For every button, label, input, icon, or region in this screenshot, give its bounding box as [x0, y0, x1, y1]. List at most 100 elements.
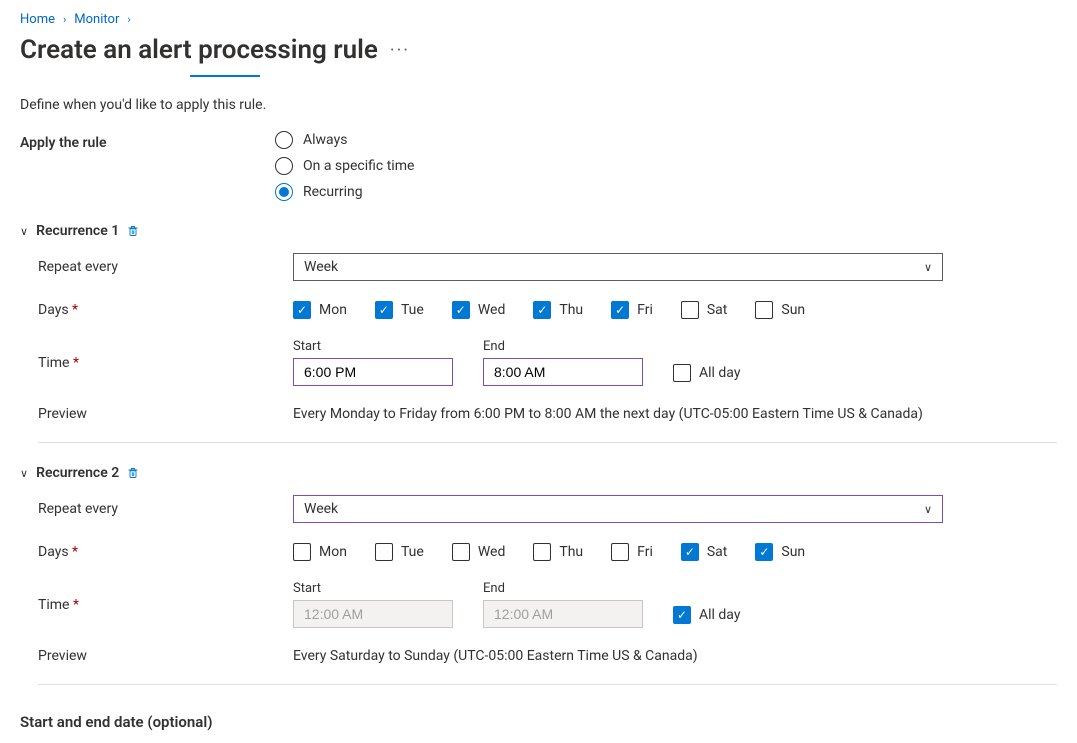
apply-rule-radio-group: Always On a specific time Recurring [275, 131, 414, 201]
preview-label: Preview [38, 406, 293, 422]
day-checkbox-mon[interactable]: ✓ Mon [293, 301, 347, 319]
chevron-right-icon: › [63, 13, 66, 26]
day-checkbox-thu[interactable]: ✓ Thu [533, 301, 583, 319]
repeat-every-select[interactable]: Week ∨ [293, 495, 943, 523]
day-label: Sun [781, 302, 805, 318]
all-day-label: All day [699, 365, 740, 381]
checkbox-icon [533, 543, 551, 561]
days-group: Mon Tue Wed Thu Fri ✓ Sat ✓ Sun [293, 543, 805, 561]
page-title: Create an alert processing rule [20, 35, 378, 65]
radio-recurring[interactable]: Recurring [275, 183, 414, 201]
day-label: Sat [707, 544, 728, 560]
day-label: Sun [781, 544, 805, 560]
day-label: Tue [401, 302, 424, 318]
preview-text: Every Monday to Friday from 6:00 PM to 8… [293, 406, 923, 422]
checkbox-icon [681, 301, 699, 319]
day-checkbox-wed[interactable]: ✓ Wed [452, 301, 506, 319]
day-label: Wed [478, 302, 506, 318]
select-value: Week [304, 259, 338, 275]
checkbox-icon: ✓ [755, 543, 773, 561]
checkbox-icon: ✓ [452, 301, 470, 319]
end-label: End [483, 339, 643, 354]
day-label: Fri [637, 544, 653, 560]
recurrence-1-title: Recurrence 1 [36, 223, 119, 239]
checkbox-icon: ✓ [681, 543, 699, 561]
day-label: Thu [559, 302, 583, 318]
radio-icon [275, 131, 293, 149]
preview-text: Every Saturday to Sunday (UTC-05:00 East… [293, 648, 698, 664]
chevron-down-icon: ∨ [924, 503, 932, 516]
radio-label: On a specific time [303, 158, 414, 174]
select-value: Week [304, 501, 338, 517]
start-time-input [293, 600, 453, 628]
day-checkbox-sat[interactable]: ✓ Sat [681, 543, 728, 561]
day-checkbox-sun[interactable]: ✓ Sun [755, 543, 805, 561]
start-label: Start [293, 581, 453, 596]
start-end-section-title: Start and end date (optional) [20, 713, 1057, 731]
end-label: End [483, 581, 643, 596]
all-day-checkbox[interactable]: ✓ [673, 606, 691, 624]
start-time-input[interactable] [293, 358, 453, 386]
radio-label: Always [303, 132, 347, 148]
days-group: ✓ Mon ✓ Tue ✓ Wed ✓ Thu ✓ Fri Sat Sun [293, 301, 805, 319]
breadcrumb: Home › Monitor › [20, 12, 1057, 27]
all-day-checkbox[interactable] [673, 364, 691, 382]
checkbox-icon: ✓ [375, 301, 393, 319]
radio-always[interactable]: Always [275, 131, 414, 149]
days-label: Days [38, 544, 293, 560]
checkbox-icon: ✓ [611, 301, 629, 319]
breadcrumb-home[interactable]: Home [20, 12, 55, 27]
day-checkbox-fri[interactable]: Fri [611, 543, 653, 561]
breadcrumb-monitor[interactable]: Monitor [74, 12, 119, 27]
chevron-down-icon[interactable]: ∨ [20, 225, 28, 238]
apply-rule-label: Apply the rule [20, 131, 275, 151]
checkbox-icon [452, 543, 470, 561]
repeat-every-label: Repeat every [38, 259, 293, 275]
day-checkbox-wed[interactable]: Wed [452, 543, 506, 561]
divider [38, 684, 1057, 685]
end-time-input[interactable] [483, 358, 643, 386]
divider [38, 442, 1057, 443]
radio-icon [275, 183, 293, 201]
chevron-right-icon: › [127, 13, 130, 26]
recurrence-2-title: Recurrence 2 [36, 465, 119, 481]
day-checkbox-sun[interactable]: Sun [755, 301, 805, 319]
time-label: Time [38, 355, 293, 371]
radio-label: Recurring [303, 184, 363, 200]
checkbox-icon [755, 301, 773, 319]
day-checkbox-sat[interactable]: Sat [681, 301, 728, 319]
repeat-every-select[interactable]: Week ∨ [293, 253, 943, 281]
radio-specific-time[interactable]: On a specific time [275, 157, 414, 175]
days-label: Days [38, 302, 293, 318]
checkbox-icon: ✓ [533, 301, 551, 319]
chevron-down-icon[interactable]: ∨ [20, 467, 28, 480]
day-label: Mon [319, 544, 347, 560]
delete-icon[interactable] [127, 467, 139, 479]
end-time-input [483, 600, 643, 628]
checkbox-icon: ✓ [293, 301, 311, 319]
day-label: Thu [559, 544, 583, 560]
day-label: Mon [319, 302, 347, 318]
day-checkbox-fri[interactable]: ✓ Fri [611, 301, 653, 319]
tab-indicator [190, 75, 260, 77]
day-checkbox-tue[interactable]: Tue [375, 543, 424, 561]
radio-icon [275, 157, 293, 175]
checkbox-icon [293, 543, 311, 561]
day-label: Wed [478, 544, 506, 560]
repeat-every-label: Repeat every [38, 501, 293, 517]
day-label: Sat [707, 302, 728, 318]
start-label: Start [293, 339, 453, 354]
all-day-label: All day [699, 607, 740, 623]
checkbox-icon [611, 543, 629, 561]
chevron-down-icon: ∨ [924, 261, 932, 274]
day-checkbox-mon[interactable]: Mon [293, 543, 347, 561]
preview-label: Preview [38, 648, 293, 664]
day-label: Fri [637, 302, 653, 318]
delete-icon[interactable] [127, 225, 139, 237]
time-label: Time [38, 597, 293, 613]
description-text: Define when you'd like to apply this rul… [20, 97, 1057, 113]
day-label: Tue [401, 544, 424, 560]
day-checkbox-tue[interactable]: ✓ Tue [375, 301, 424, 319]
more-icon[interactable]: ··· [390, 40, 410, 61]
day-checkbox-thu[interactable]: Thu [533, 543, 583, 561]
